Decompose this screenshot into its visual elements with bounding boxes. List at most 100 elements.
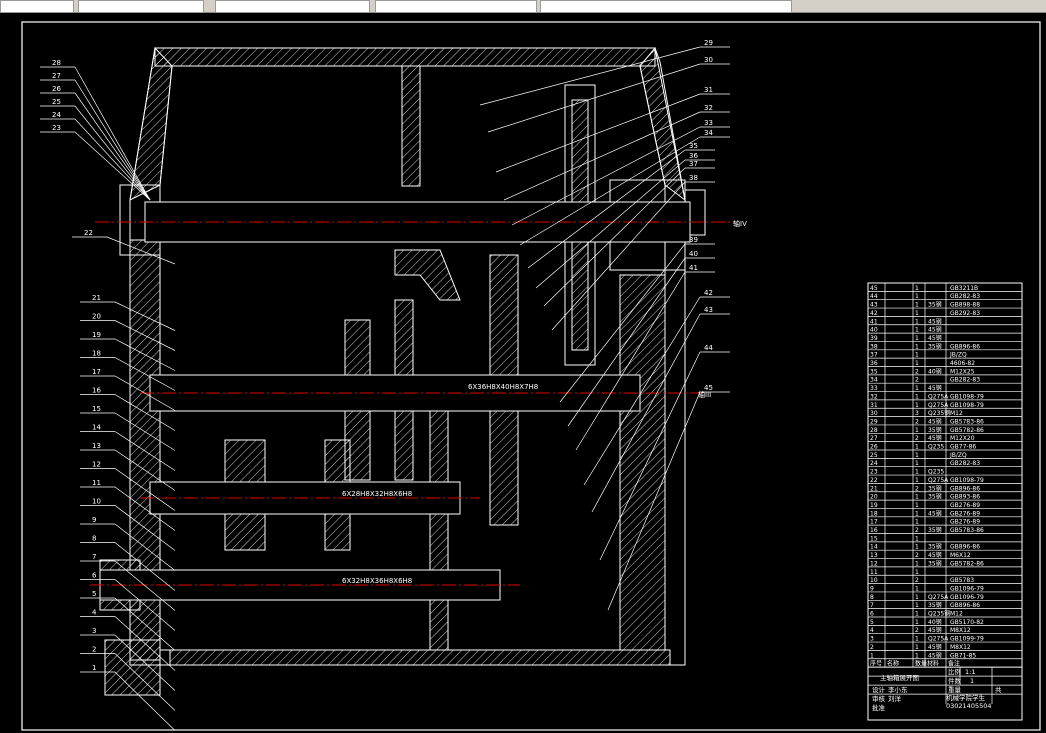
table-cell: 3 (870, 636, 874, 643)
table-cell: M12 (950, 611, 963, 618)
callout-number: 3 (92, 627, 96, 635)
table-cell: GB1096-79 (950, 594, 984, 601)
tab[interactable] (540, 0, 792, 13)
table-cell: GB898-88 (950, 302, 980, 309)
callout-number: 24 (52, 111, 61, 119)
shaft-spline-label: 6X28H8X32H8X6H8 (342, 490, 412, 498)
table-cell: 45钢 (928, 434, 942, 442)
title-block-checker-label: 审核 (872, 694, 886, 703)
table-cell: 32 (870, 393, 878, 400)
callout-number: 35 (689, 142, 698, 150)
table-cell: 35钢 (928, 301, 942, 309)
table-cell: 2 (915, 577, 919, 584)
shaft-spline-label: 6X32H8X36H8X6H8 (342, 577, 412, 585)
table-cell: 6 (870, 611, 874, 618)
callout-number: 6 (92, 572, 97, 580)
tab[interactable] (215, 0, 370, 13)
callout-number: 11 (92, 479, 101, 487)
callout-number: 9 (92, 516, 96, 524)
table-cell: 45钢 (928, 384, 942, 392)
table-cell: 2 (915, 368, 919, 375)
table-cell: GB71-85 (950, 652, 976, 659)
title-block-weight-label: 重量 (948, 686, 962, 694)
table-cell: 35钢 (928, 559, 942, 567)
table-cell: 24 (870, 460, 878, 467)
shaft-end-label: 轴IV (733, 219, 747, 228)
table-cell: GB896-86 (950, 485, 980, 492)
table-cell: GB1096-79 (950, 585, 984, 592)
table-cell: 35钢 (928, 543, 942, 551)
table-cell: GB896-86 (950, 602, 980, 609)
table-cell: 1 (915, 293, 919, 300)
title-block-designer-label: 设计 (872, 685, 886, 694)
table-cell: 18 (870, 510, 878, 517)
table-cell: 1 (915, 611, 919, 618)
callout-number: 23 (52, 124, 61, 132)
callout-number: 20 (92, 313, 101, 321)
table-cell: 1 (915, 652, 919, 659)
table-cell: GB896-86 (950, 544, 980, 551)
table-cell: 19 (870, 502, 878, 509)
callout-number: 21 (92, 294, 101, 302)
table-cell: 1 (915, 302, 919, 309)
table-cell: M12 (950, 410, 963, 417)
title-block-scale-label: 比例 (948, 667, 961, 676)
tab[interactable] (78, 0, 204, 13)
table-cell: GB292-83 (950, 310, 980, 317)
table-cell: 42 (870, 310, 878, 317)
table-cell: 2 (915, 418, 919, 425)
callout-number: 30 (704, 56, 713, 64)
table-cell: GB77-86 (950, 444, 976, 451)
table-cell: 21 (870, 485, 878, 492)
table-cell: 41 (870, 318, 878, 325)
table-cell: 1 (915, 460, 919, 467)
table-cell: 22 (870, 477, 878, 484)
table-cell: 1 (915, 318, 919, 325)
table-cell: 1 (915, 327, 919, 334)
table-cell: 2 (915, 377, 919, 384)
callout-number: 15 (92, 405, 101, 413)
title-block-school: 机械学院学生 (946, 693, 986, 702)
title-block-drawing-no: 03021405504 (946, 702, 992, 710)
table-cell: GB5783-86 (950, 418, 984, 425)
title-block-count-label: 件数 (948, 676, 962, 685)
callout-number: 45 (704, 384, 713, 392)
table-cell: 4 (870, 627, 874, 634)
table-cell: 40钢 (928, 367, 942, 375)
cad-drawing-canvas[interactable]: 6X36H8X40H8X7H8 6X28H8X32H8X6H8 6X32H8X3… (0, 0, 1046, 733)
tab[interactable] (0, 0, 74, 13)
tab[interactable] (375, 0, 537, 13)
table-cell: M12X20 (950, 435, 975, 442)
callout-number: 5 (92, 590, 96, 598)
table-cell: 11 (870, 569, 878, 576)
table-cell: 1 (915, 619, 919, 626)
table-cell: 10 (870, 577, 878, 584)
table-cell: 40钢 (928, 618, 942, 626)
table-cell: 2 (915, 627, 919, 634)
table-cell: GB5782-86 (950, 560, 984, 567)
table-cell: 1 (870, 652, 874, 659)
table-cell: 20 (870, 494, 878, 501)
table-cell: 7 (870, 602, 874, 609)
callout-number: 31 (704, 86, 713, 94)
table-cell: 40 (870, 327, 878, 334)
table-cell: GB3211B (950, 285, 978, 292)
table-cell: 1 (915, 510, 919, 517)
callout-number: 28 (52, 59, 61, 67)
table-cell: 1 (915, 427, 919, 434)
table-cell: 1 (915, 352, 919, 359)
table-cell: 2 (915, 485, 919, 492)
callout-number: 32 (704, 104, 713, 112)
table-cell: 29 (870, 418, 878, 425)
table-cell: GB282-83 (950, 377, 980, 384)
table-cell: 35钢 (928, 601, 942, 609)
table-cell: 1 (915, 402, 919, 409)
callout-number: 12 (92, 461, 101, 469)
title-block-checker: 刘洋 (888, 694, 902, 703)
callout-number: 25 (52, 98, 61, 106)
table-header-cell: 名称 (887, 660, 899, 668)
table-cell: 1 (915, 594, 919, 601)
callout-number: 10 (92, 498, 101, 506)
table-cell: 35 (870, 368, 878, 375)
table-cell: Q235钢 (928, 409, 950, 417)
